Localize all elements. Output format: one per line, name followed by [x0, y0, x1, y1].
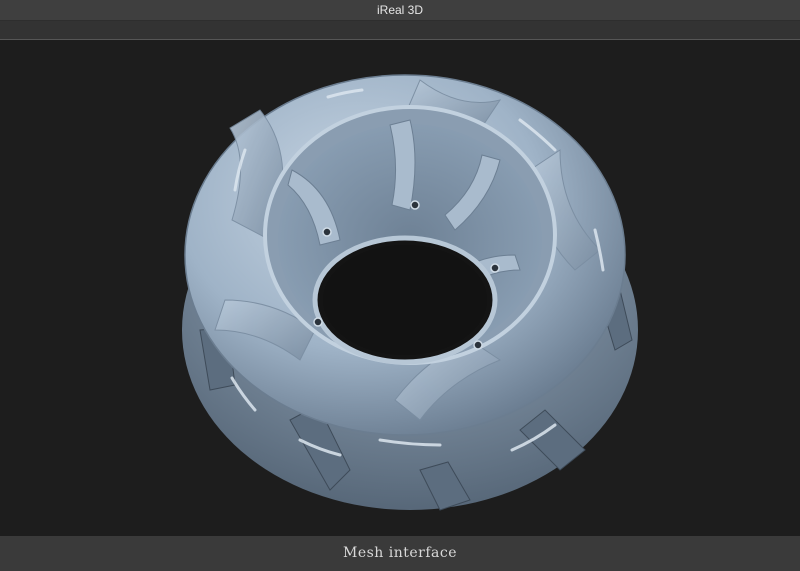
status-caption: Mesh interface [342, 545, 458, 561]
status-bar: Mesh interface [0, 536, 800, 571]
impeller-mesh[interactable] [0, 40, 800, 536]
window-title: iReal 3D [376, 3, 424, 17]
3d-viewport[interactable] [0, 40, 800, 536]
window-title-bar: iReal 3D [0, 0, 800, 21]
toolbar [0, 21, 800, 40]
